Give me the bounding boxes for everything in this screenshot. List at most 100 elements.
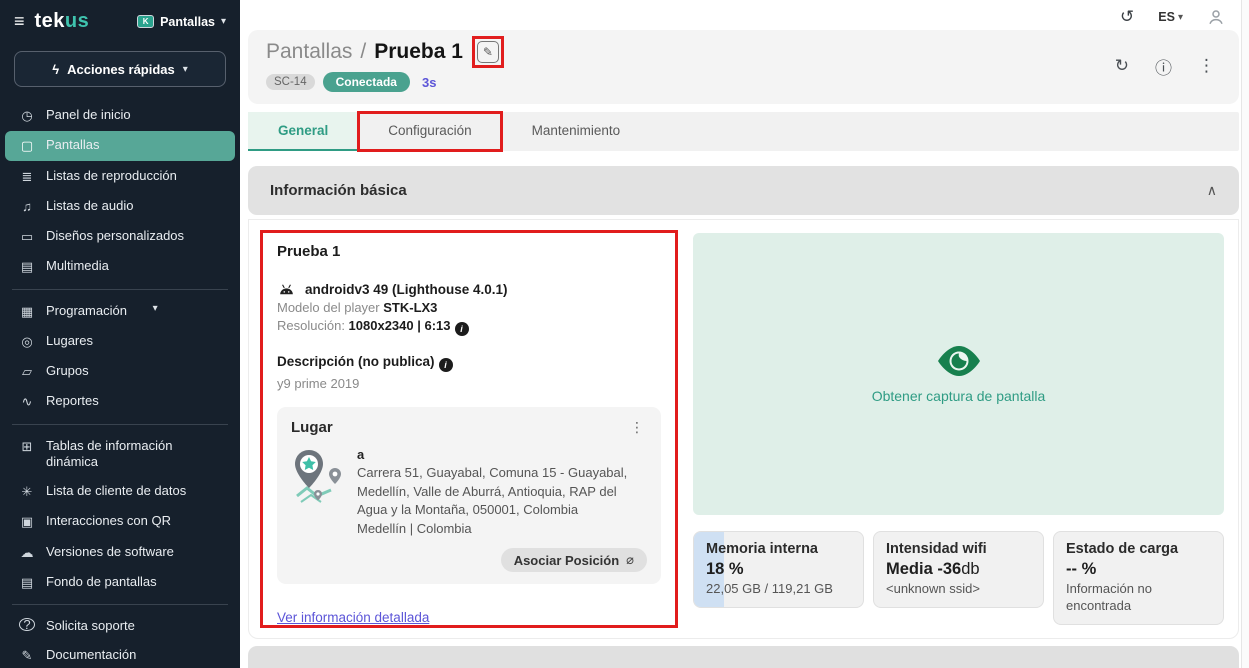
dashboard-icon: ◷ [19, 107, 35, 124]
tabs-filler [650, 112, 1239, 151]
place-card-header: Lugar ⋮ [291, 419, 647, 436]
place-body: a Carrera 51, Guayabal, Comuna 15 - Guay… [291, 446, 647, 538]
detailed-info-link[interactable]: Ver información detallada [277, 610, 661, 625]
resolution-value: 1080x2340 | 6:13 [349, 318, 451, 333]
edit-title-button[interactable]: ✎ [477, 41, 499, 63]
sidebar-item-disenos-personalizados[interactable]: ▭ Diseños personalizados [5, 222, 235, 251]
sidebar-item-documentacion[interactable]: ✎Documentación [5, 641, 235, 668]
utility-bar: ↺ ES▾ [248, 0, 1239, 30]
brand-logo-suffix: us [65, 10, 89, 32]
sidebar-divider [12, 289, 228, 290]
player-model-value: STK-LX3 [383, 300, 437, 315]
sidebar-item-versiones-software[interactable]: ☁Versiones de software [5, 538, 235, 567]
next-section-header-partial[interactable] [248, 646, 1239, 668]
sidebar-divider [12, 424, 228, 425]
app-window: ≡ tekus K Pantallas ▾ ϟ Acciones rápidas… [0, 0, 1249, 668]
stat-card-estado-de-carga: Estado de carga -- % Información no enco… [1053, 531, 1224, 625]
refresh-icon[interactable]: ↻ [1115, 56, 1129, 76]
associate-position-label: Asociar Posición [514, 553, 619, 568]
sidebar-item-listas-de-reproduccion[interactable]: ≣Listas de reproducción [5, 162, 235, 191]
sidebar-item-label: Interacciones con QR [46, 513, 171, 529]
tab-mantenimiento[interactable]: Mantenimiento [502, 112, 651, 151]
brand-logo: tekus [35, 10, 90, 33]
help-icon: ? [19, 618, 35, 631]
calendar-icon: ▦ [19, 303, 35, 320]
lightning-icon: ϟ [52, 62, 59, 77]
hamburger-menu-icon[interactable]: ≡ [14, 11, 25, 32]
stat-detail: <unknown ssid> [886, 581, 1031, 598]
page-title: Prueba 1 [374, 40, 463, 64]
stat-detail: Información no encontrada [1066, 581, 1211, 615]
sidebar-item-label: Tablas de información dinámica [46, 438, 221, 471]
sidebar-item-reportes[interactable]: ∿Reportes [5, 387, 235, 416]
sidebar-item-listas-de-audio[interactable]: ♫Listas de audio [5, 192, 235, 221]
sidebar-divider [12, 604, 228, 605]
place-city-line: Medellín | Colombia [357, 520, 647, 538]
chevron-up-icon[interactable]: ∧ [1207, 182, 1217, 199]
place-card: Lugar ⋮ [277, 407, 661, 584]
wallpaper-icon: ▤ [19, 574, 35, 591]
sidebar-item-label: Reportes [46, 393, 99, 409]
table-icon: ⊞ [19, 438, 35, 455]
sidebar-item-interacciones-qr[interactable]: ▣ Interacciones con QR [5, 507, 235, 536]
stat-value: -- % [1066, 560, 1211, 579]
tab-general[interactable]: General [248, 112, 358, 151]
sidebar-item-lugares[interactable]: ◎ Lugares [5, 327, 235, 356]
description-info-icon[interactable]: i [439, 358, 453, 372]
pin-icon: ◎ [19, 333, 35, 350]
sidebar-item-tablas-informacion-dinamica[interactable]: ⊞ Tablas de información dinámica [5, 432, 235, 477]
sidebar-item-label: Diseños personalizados [46, 228, 184, 244]
screenshot-capture-area[interactable]: Obtener captura de pantalla [693, 233, 1224, 515]
description-label-text: Descripción (no publica) [277, 354, 435, 369]
sidebar-header: ≡ tekus K Pantallas ▾ [0, 0, 240, 39]
resolution-line: Resolución: 1080x2340 | 6:13 i [277, 318, 661, 336]
page-header-card: Pantallas / Prueba 1 ✎ SC-14 Conectada 3… [248, 30, 1239, 104]
sidebar-item-multimedia[interactable]: ▤Multimedia [5, 252, 235, 281]
sidebar-item-pantallas[interactable]: ▢Pantallas [5, 131, 235, 160]
os-row: androidv3 49 (Lighthouse 4.0.1) [277, 282, 661, 297]
sidebar-item-grupos[interactable]: ▱Grupos [5, 357, 235, 386]
sidebar-nav: ◷Panel de inicio ▢Pantallas ≣Listas de r… [0, 101, 240, 668]
history-icon[interactable]: ↺ [1120, 7, 1134, 27]
breadcrumb-parent[interactable]: Pantallas [266, 40, 352, 64]
sidebar-item-programacion[interactable]: ▦Programación ▾ [5, 297, 235, 326]
sidebar-item-label: Lista de cliente de datos [46, 483, 186, 499]
sidebar-item-label: Programación [46, 303, 127, 319]
language-dropdown[interactable]: ES▾ [1158, 10, 1183, 24]
stat-title: Intensidad wifi [886, 541, 1031, 557]
tab-configuracion[interactable]: Configuración [358, 112, 501, 151]
kebab-menu-icon[interactable]: ⋮ [1198, 56, 1215, 76]
map-pin-illustration [291, 446, 343, 508]
basic-info-panel: Prueba 1 androidv3 49 (Lighthouse 4.0.1)… [248, 219, 1239, 639]
cloud-icon: ☁ [19, 544, 35, 561]
associate-position-button[interactable]: Asociar Posición⌀ [501, 548, 647, 572]
resolution-label: Resolución: [277, 318, 349, 333]
wifi-strength-value: Media -36 [886, 560, 961, 578]
player-model-label: Modelo del player [277, 300, 383, 315]
media-icon: ▤ [19, 258, 35, 275]
resolution-info-icon[interactable]: i [455, 322, 469, 336]
sidebar-item-panel-de-inicio[interactable]: ◷Panel de inicio [5, 101, 235, 130]
folder-icon: ▱ [19, 363, 35, 380]
quick-actions-label: Acciones rápidas [67, 62, 175, 77]
sidebar-item-label: Listas de audio [46, 198, 133, 214]
sidebar-item-solicita-soporte[interactable]: ? Solicita soporte [5, 612, 235, 640]
vertical-scrollbar[interactable] [1241, 0, 1249, 668]
quick-actions-button[interactable]: ϟ Acciones rápidas ▾ [14, 51, 226, 87]
sidebar-item-label: Solicita soporte [46, 618, 135, 634]
header-actions: ↻ ⓘ ⋮ [1115, 40, 1221, 92]
sidebar-item-fondo-pantallas[interactable]: ▤Fondo de pantallas [5, 568, 235, 597]
place-kebab-menu-icon[interactable]: ⋮ [627, 419, 647, 436]
section-header-informacion-basica[interactable]: Información básica ∧ [248, 166, 1239, 215]
sidebar-item-lista-cliente-datos[interactable]: ✳Lista de cliente de datos [5, 477, 235, 506]
chevron-down-icon: ▾ [221, 16, 226, 27]
associate-row: Asociar Posición⌀ [291, 548, 647, 572]
stat-title: Estado de carga [1066, 541, 1211, 557]
qr-icon: ▣ [19, 513, 35, 530]
place-name: a [357, 446, 647, 464]
info-icon[interactable]: ⓘ [1155, 54, 1172, 79]
screen-selector-dropdown[interactable]: K Pantallas ▾ [137, 15, 226, 29]
user-icon[interactable] [1207, 8, 1225, 26]
sidebar-item-label: Lugares [46, 333, 93, 349]
layout-icon: ▭ [19, 228, 35, 245]
